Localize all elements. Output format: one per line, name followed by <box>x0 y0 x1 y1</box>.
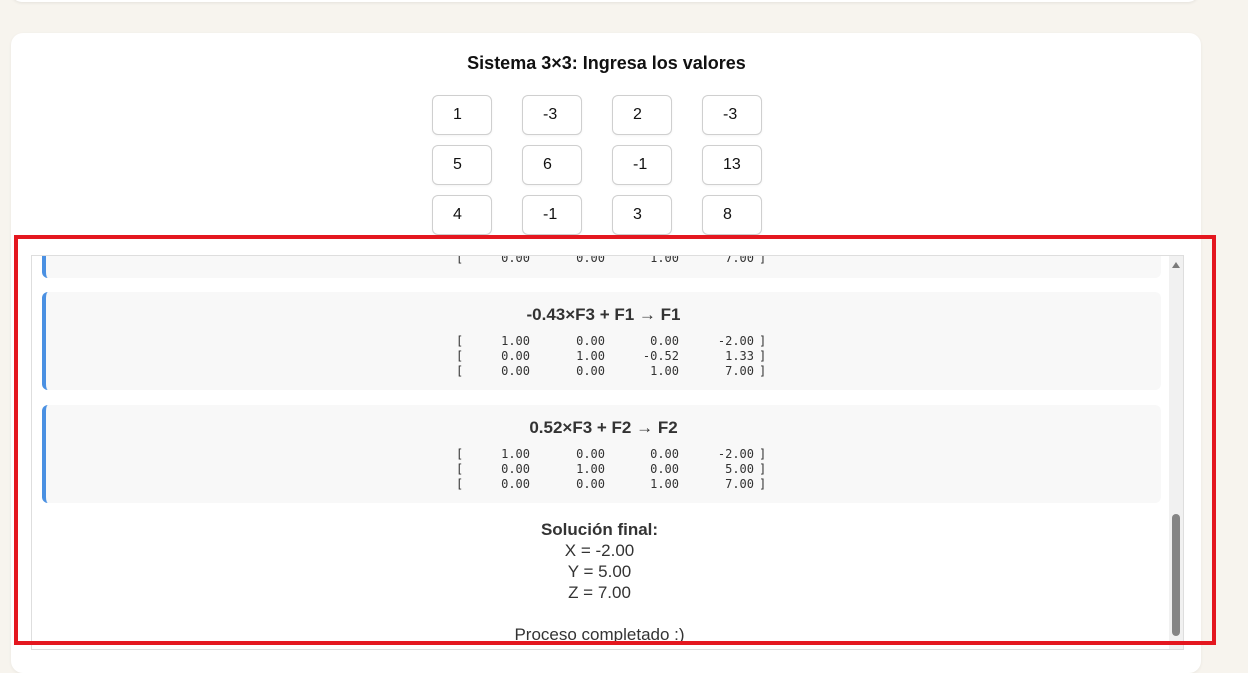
matrix-input-r3-c1[interactable] <box>432 195 492 235</box>
matrix-value: -2.00 <box>717 334 754 348</box>
bracket-right: ] <box>759 364 767 378</box>
step-card-partial: [ 0.00 0.00 1.00 7.00 ] <box>42 255 1161 278</box>
matrix-input-r1-c1[interactable] <box>432 95 492 135</box>
solution-x: X = -2.00 <box>564 541 635 560</box>
matrix-value: 0.00 <box>501 255 530 265</box>
solution-y: Y = 5.00 <box>567 562 632 581</box>
matrix-input-r3-c4[interactable] <box>702 195 762 235</box>
matrix-value: 0.00 <box>650 334 679 348</box>
bracket-left: [ <box>456 349 464 363</box>
step-matrix-partial: [ 0.00 0.00 1.00 7.00 ] <box>46 255 1161 266</box>
matrix-value: 0.00 <box>501 477 530 491</box>
scrollbar-thumb[interactable] <box>1172 514 1180 636</box>
matrix-input-r1-c3[interactable] <box>612 95 672 135</box>
solution-block: Solución final: X = -2.00 Y = 5.00 Z = 7… <box>32 519 1167 645</box>
page-title: Sistema 3×3: Ingresa los valores <box>467 53 746 73</box>
previous-card <box>11 0 1199 2</box>
matrix-value: 1.00 <box>650 477 679 491</box>
bracket-right: ] <box>759 462 767 476</box>
bracket-left: [ <box>456 334 464 348</box>
matrix-value: 0.00 <box>576 364 605 378</box>
matrix-row: [ 0.00 0.00 1.00 7.00 ] <box>46 477 1161 492</box>
matrix-row: [ 0.00 1.00 0.00 5.00 ] <box>46 462 1161 477</box>
matrix-value: 0.00 <box>501 462 530 476</box>
matrix-value: 0.00 <box>576 255 605 265</box>
matrix-row: [ 1.00 0.00 0.00 -2.00 ] <box>46 334 1161 349</box>
matrix-value: 1.00 <box>650 255 679 265</box>
bracket-left: [ <box>456 364 464 378</box>
matrix-input-r3-c2[interactable] <box>522 195 582 235</box>
bracket-left: [ <box>456 447 464 461</box>
scroll-up-arrow-icon[interactable] <box>1172 262 1180 268</box>
matrix-value: 7.00 <box>725 477 754 491</box>
step-matrix: [ 1.00 0.00 0.00 -2.00 ] [ 0.00 1.00 -0.… <box>46 334 1161 379</box>
matrix-value: 1.33 <box>725 349 754 363</box>
step-title: -0.43×F3 + F1 → F1 <box>526 305 681 324</box>
matrix-value: -0.52 <box>642 349 679 363</box>
bracket-left: [ <box>456 477 464 491</box>
matrix-value: 1.00 <box>501 334 530 348</box>
step-card-2: 0.52×F3 + F2 → F2 [ 1.00 0.00 0.00 -2.00… <box>42 405 1161 503</box>
matrix-value: 1.00 <box>501 447 530 461</box>
steps-scroll-area[interactable]: [ 0.00 0.00 1.00 7.00 ] -0.43×F3 + F1 → … <box>31 255 1184 650</box>
matrix-value: 0.00 <box>501 364 530 378</box>
matrix-value: 1.00 <box>650 364 679 378</box>
process-complete-text: Proceso completado :) <box>514 625 685 644</box>
matrix-value: 0.00 <box>576 477 605 491</box>
matrix-input-r2-c2[interactable] <box>522 145 582 185</box>
matrix-value: 5.00 <box>725 462 754 476</box>
bracket-right: ] <box>759 447 767 461</box>
bracket-right: ] <box>759 334 767 348</box>
matrix-row: [ 0.00 0.00 1.00 7.00 ] <box>46 364 1161 379</box>
step-matrix: [ 1.00 0.00 0.00 -2.00 ] [ 0.00 1.00 0.0… <box>46 447 1161 492</box>
matrix-value: 1.00 <box>576 462 605 476</box>
matrix-value: 7.00 <box>725 255 754 265</box>
matrix-row: [ 0.00 0.00 1.00 7.00 ] <box>46 255 1161 266</box>
matrix-value: 1.00 <box>576 349 605 363</box>
matrix-input-r2-c4[interactable] <box>702 145 762 185</box>
matrix-row: [ 0.00 1.00 -0.52 1.33 ] <box>46 349 1161 364</box>
solution-title: Solución final: <box>540 520 659 539</box>
vertical-scrollbar[interactable] <box>1169 256 1183 649</box>
bracket-right: ] <box>759 477 767 491</box>
matrix-input-r1-c2[interactable] <box>522 95 582 135</box>
solution-z: Z = 7.00 <box>568 583 631 602</box>
matrix-input-r3-c3[interactable] <box>612 195 672 235</box>
matrix-value: 7.00 <box>725 364 754 378</box>
matrix-value: -2.00 <box>717 447 754 461</box>
bracket-left: [ <box>456 462 464 476</box>
matrix-row: [ 1.00 0.00 0.00 -2.00 ] <box>46 447 1161 462</box>
bracket-left: [ <box>456 255 464 265</box>
matrix-input-r2-c1[interactable] <box>432 145 492 185</box>
matrix-value: 0.00 <box>650 447 679 461</box>
step-title: 0.52×F3 + F2 → F2 <box>529 418 678 437</box>
matrix-value: 0.00 <box>576 447 605 461</box>
step-card-1: -0.43×F3 + F1 → F1 [ 1.00 0.00 0.00 -2.0… <box>42 292 1161 390</box>
matrix-value: 0.00 <box>501 349 530 363</box>
matrix-input-r2-c3[interactable] <box>612 145 672 185</box>
matrix-input-r1-c4[interactable] <box>702 95 762 135</box>
bracket-right: ] <box>759 255 767 265</box>
bracket-right: ] <box>759 349 767 363</box>
matrix-value: 0.00 <box>576 334 605 348</box>
matrix-value: 0.00 <box>650 462 679 476</box>
